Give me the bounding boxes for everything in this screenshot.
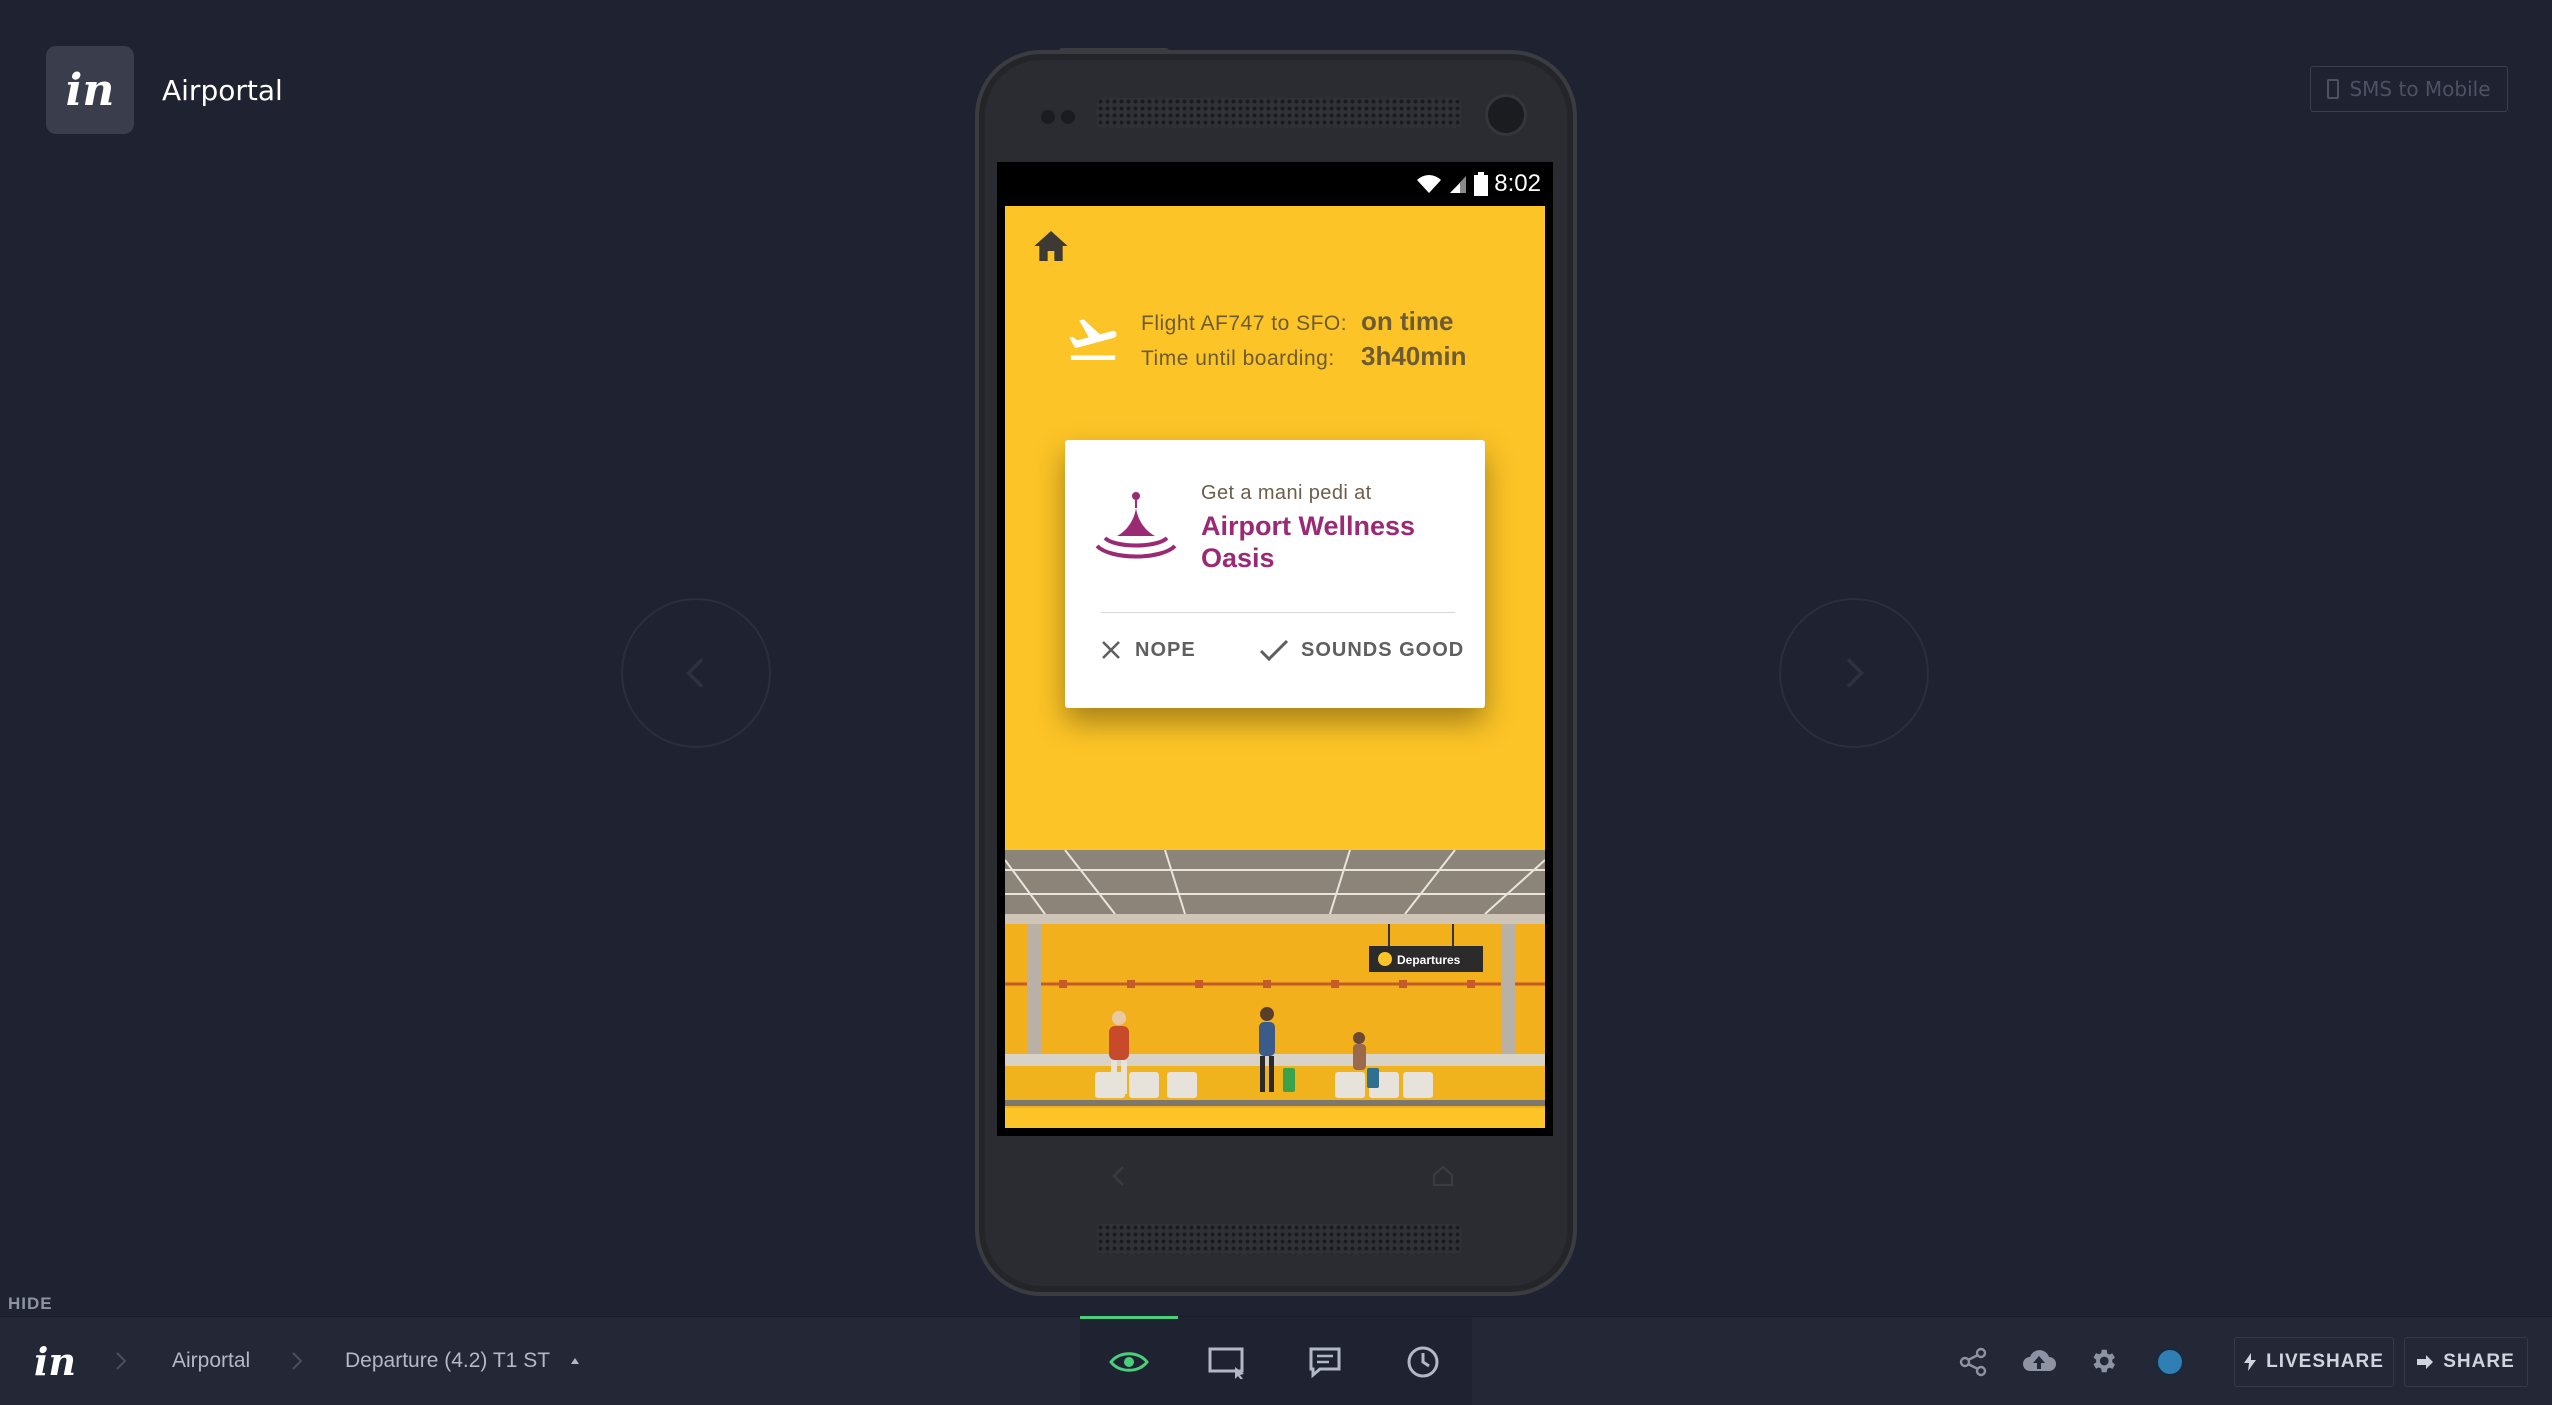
build-icon [1208,1347,1244,1379]
device-sensors [1041,110,1075,124]
liveshare-button[interactable]: LIVESHARE [2234,1337,2394,1387]
active-mode-indicator [1080,1316,1178,1319]
signal-icon [1450,176,1467,193]
project-title: Airportal [162,73,283,107]
device-power-button [1059,48,1169,54]
dialog-subtitle: Get a mani pedi at [1201,482,1372,504]
breadcrumb-screen-select[interactable]: Departure (4.2) T1 ST [345,1343,580,1379]
sounds-good-button[interactable]: SOUNDS GOOD [1259,632,1464,668]
device-bottom-speaker [1097,1224,1461,1254]
previous-screen-button[interactable] [621,598,771,748]
nope-button[interactable]: NOPE [1099,632,1196,668]
suggestion-dialog: Get a mani pedi at Airport Wellness Oasi… [1065,440,1485,708]
home-outline-icon [1432,1165,1454,1187]
settings-icon[interactable] [2088,1346,2118,1376]
build-mode-button[interactable] [1178,1317,1276,1405]
share-button[interactable]: SHARE [2404,1337,2528,1387]
breadcrumb-screen-label: Departure (4.2) T1 ST [345,1349,551,1372]
device-earpiece-speaker [1097,98,1461,128]
dialog-title: Airport Wellness Oasis [1201,511,1416,573]
history-mode-button[interactable] [1374,1317,1472,1405]
boarding-label: Time until boarding: [1141,347,1335,370]
wellness-spa-icon [1095,492,1177,559]
invision-logo[interactable]: in [46,46,134,134]
breadcrumb-project[interactable]: Airportal [172,1343,250,1379]
dialog-divider [1101,612,1455,613]
flight-row: Flight AF747 to SFO: on time [1141,306,1467,337]
status-time: 8:02 [1494,170,1541,197]
home-icon[interactable] [1031,226,1071,266]
android-back-button[interactable] [1099,1156,1139,1196]
mode-toolbar [1080,1316,1472,1405]
airplane-takeoff-icon [1069,319,1117,360]
sms-to-mobile-button[interactable]: SMS to Mobile [2310,66,2508,112]
sms-to-mobile-label: SMS to Mobile [2349,77,2491,101]
history-icon [1407,1346,1439,1377]
preview-icon [1109,1351,1149,1372]
device-frame: 8:02 Flight AF747 to SFO: on time Time u… [975,48,1577,1296]
device-front-camera [1485,94,1527,136]
project-header: in Airportal [46,46,283,134]
flight-status-value: on time [1361,306,1454,336]
next-screen-button[interactable] [1779,598,1929,748]
sync-cloud-icon[interactable] [2022,1347,2056,1375]
hide-toolbar-button[interactable]: HIDE [8,1292,53,1316]
comment-mode-button[interactable] [1276,1317,1374,1405]
preview-mode-button[interactable] [1080,1316,1178,1405]
battery-icon [1474,172,1489,196]
sounds-good-label: SOUNDS GOOD [1301,638,1465,661]
toolbar-logo[interactable]: in [34,1333,76,1389]
airportal-app-screen: Flight AF747 to SFO: on time Time until … [1005,206,1545,1128]
checkmark-icon [1259,639,1289,662]
boarding-time-value: 3h40min [1361,341,1467,371]
breadcrumb-separator-icon [116,1352,127,1370]
departures-sign: Departures [1397,953,1461,967]
bottom-toolbar: in Airportal Departure (4.2) T1 ST LIVES… [0,1316,2552,1405]
back-arrow-icon [1112,1166,1124,1186]
device-screen: 8:02 Flight AF747 to SFO: on time Time u… [997,162,1553,1136]
flight-details: Flight AF747 to SFO: on time Time until … [1141,306,1467,372]
nope-label: NOPE [1135,638,1196,661]
share-label: SHARE [2443,1351,2515,1372]
caret-up-icon [571,1358,580,1364]
airport-terminal-illustration: Departures [1005,850,1545,1128]
lightning-icon [2244,1353,2257,1371]
liveshare-label: LIVESHARE [2266,1351,2384,1372]
comment-icon [1309,1347,1341,1378]
flight-label: Flight AF747 to SFO: [1141,312,1348,335]
breadcrumb-separator-icon [292,1352,303,1370]
chevron-right-icon [1846,658,1865,688]
share-arrow-icon [2417,1355,2434,1369]
wifi-icon [1417,175,1442,193]
close-icon [1102,641,1120,659]
mobile-phone-icon [2327,79,2340,99]
share-network-icon[interactable] [1958,1347,1988,1377]
android-status-bar: 8:02 [997,162,1553,206]
flight-status-panel: Flight AF747 to SFO: on time Time until … [1065,306,1467,372]
boarding-row: Time until boarding: 3h40min [1141,341,1467,372]
user-status-icon[interactable] [2158,1350,2182,1374]
android-home-button[interactable] [1423,1156,1463,1196]
chevron-left-icon [685,658,704,688]
